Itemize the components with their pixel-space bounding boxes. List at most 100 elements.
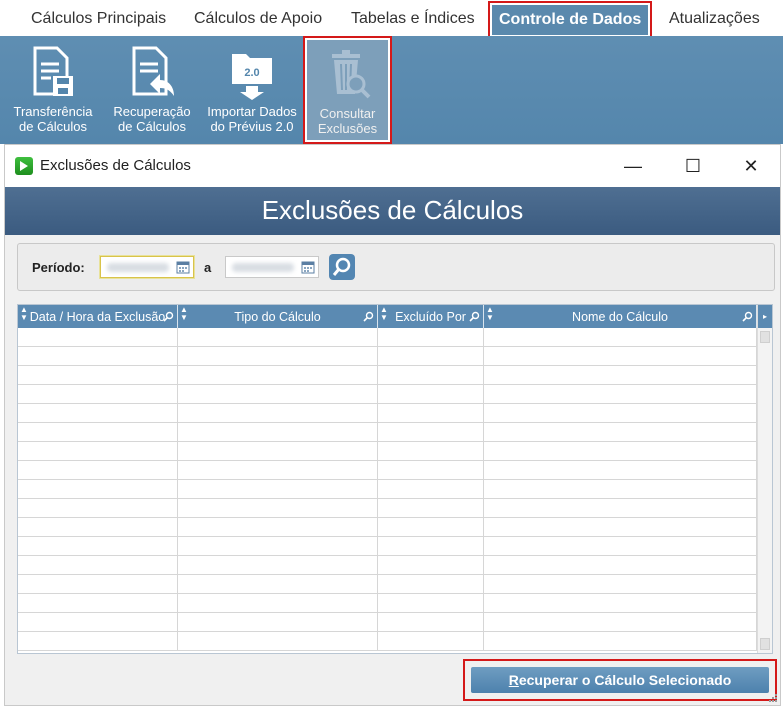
table-cell[interactable] (484, 461, 757, 480)
table-row[interactable] (18, 556, 757, 575)
search-button[interactable] (329, 254, 355, 280)
table-cell[interactable] (178, 613, 378, 632)
table-cell[interactable] (484, 404, 757, 423)
table-cell[interactable] (18, 613, 178, 632)
table-row[interactable] (18, 366, 757, 385)
table-cell[interactable] (178, 594, 378, 613)
start-date-input[interactable] (100, 256, 194, 278)
table-cell[interactable] (18, 556, 178, 575)
filter-search-icon[interactable] (163, 311, 174, 322)
table-row[interactable] (18, 499, 757, 518)
import-data-button[interactable]: 2.0 Importar Dados do Prévius 2.0 (204, 36, 300, 144)
column-header-date[interactable]: ▲ ▼ Data / Hora da Exclusão (18, 305, 178, 328)
table-cell[interactable] (378, 404, 484, 423)
table-row[interactable] (18, 594, 757, 613)
table-cell[interactable] (378, 575, 484, 594)
table-cell[interactable] (484, 613, 757, 632)
table-cell[interactable] (18, 328, 178, 347)
table-cell[interactable] (178, 518, 378, 537)
table-cell[interactable] (178, 366, 378, 385)
table-cell[interactable] (178, 404, 378, 423)
table-row[interactable] (18, 537, 757, 556)
table-row[interactable] (18, 423, 757, 442)
table-cell[interactable] (378, 632, 484, 651)
table-cell[interactable] (178, 423, 378, 442)
table-cell[interactable] (18, 423, 178, 442)
close-button[interactable]: ✕ (728, 151, 774, 181)
table-cell[interactable] (484, 385, 757, 404)
table-cell[interactable] (178, 347, 378, 366)
filter-search-icon[interactable] (742, 311, 753, 322)
calendar-icon[interactable] (176, 260, 190, 274)
column-header-type[interactable]: ▲ ▼ Tipo do Cálculo (178, 305, 378, 328)
table-cell[interactable] (178, 556, 378, 575)
menu-atualizacoes[interactable]: Atualizações (669, 0, 760, 36)
table-cell[interactable] (484, 594, 757, 613)
menu-controle-de-dados[interactable]: Controle de Dados (488, 1, 653, 39)
table-cell[interactable] (484, 442, 757, 461)
table-row[interactable] (18, 575, 757, 594)
table-cell[interactable] (378, 613, 484, 632)
table-cell[interactable] (378, 385, 484, 404)
table-cell[interactable] (378, 442, 484, 461)
table-cell[interactable] (178, 537, 378, 556)
filter-search-icon[interactable] (469, 311, 480, 322)
recover-selected-calculation-button[interactable]: Recuperar o Cálculo Selecionado (471, 667, 769, 693)
table-cell[interactable] (378, 556, 484, 575)
table-cell[interactable] (378, 347, 484, 366)
table-cell[interactable] (18, 366, 178, 385)
table-cell[interactable] (178, 480, 378, 499)
consult-deletions-button[interactable]: Consultar Exclusões (303, 36, 392, 144)
table-cell[interactable] (484, 480, 757, 499)
table-cell[interactable] (178, 385, 378, 404)
table-cell[interactable] (178, 328, 378, 347)
table-cell[interactable] (18, 499, 178, 518)
table-cell[interactable] (378, 537, 484, 556)
resize-grip-icon[interactable] (768, 693, 778, 703)
table-cell[interactable] (378, 366, 484, 385)
table-cell[interactable] (18, 442, 178, 461)
table-cell[interactable] (378, 461, 484, 480)
table-cell[interactable] (178, 575, 378, 594)
minimize-button[interactable]: — (610, 151, 656, 181)
scroll-down-button[interactable] (760, 638, 770, 650)
table-cell[interactable] (18, 385, 178, 404)
transfer-calculations-button[interactable]: Transferência de Cálculos (8, 36, 98, 144)
table-cell[interactable] (484, 423, 757, 442)
table-cell[interactable] (484, 575, 757, 594)
table-cell[interactable] (18, 537, 178, 556)
table-cell[interactable] (484, 328, 757, 347)
table-cell[interactable] (378, 518, 484, 537)
table-cell[interactable] (18, 404, 178, 423)
column-header-name[interactable]: ▲ ▼ Nome do Cálculo (484, 305, 757, 328)
table-row[interactable] (18, 442, 757, 461)
column-chooser-icon[interactable]: ▸ (758, 305, 772, 328)
table-row[interactable] (18, 461, 757, 480)
table-row[interactable] (18, 385, 757, 404)
scroll-up-button[interactable] (760, 331, 770, 343)
calendar-icon[interactable] (301, 260, 315, 274)
vertical-scrollbar[interactable]: ▸ (757, 305, 772, 653)
menu-tabelas-e-indices[interactable]: Tabelas e Índices (351, 0, 475, 36)
sort-icon[interactable]: ▲ ▼ (486, 306, 494, 322)
menu-calculos-principais[interactable]: Cálculos Principais (31, 0, 166, 36)
sort-icon[interactable]: ▲ ▼ (380, 306, 388, 322)
table-cell[interactable] (178, 442, 378, 461)
window-titlebar[interactable]: Exclusões de Cálculos — ☐ ✕ (5, 145, 780, 187)
table-cell[interactable] (378, 480, 484, 499)
menu-calculos-de-apoio[interactable]: Cálculos de Apoio (194, 0, 322, 36)
table-row[interactable] (18, 347, 757, 366)
table-cell[interactable] (378, 594, 484, 613)
table-cell[interactable] (18, 480, 178, 499)
table-cell[interactable] (178, 632, 378, 651)
table-row[interactable] (18, 328, 757, 347)
table-cell[interactable] (484, 537, 757, 556)
table-cell[interactable] (178, 461, 378, 480)
end-date-input[interactable] (225, 256, 319, 278)
table-cell[interactable] (18, 518, 178, 537)
table-cell[interactable] (18, 632, 178, 651)
table-cell[interactable] (484, 347, 757, 366)
table-cell[interactable] (378, 423, 484, 442)
table-cell[interactable] (378, 499, 484, 518)
table-cell[interactable] (178, 499, 378, 518)
